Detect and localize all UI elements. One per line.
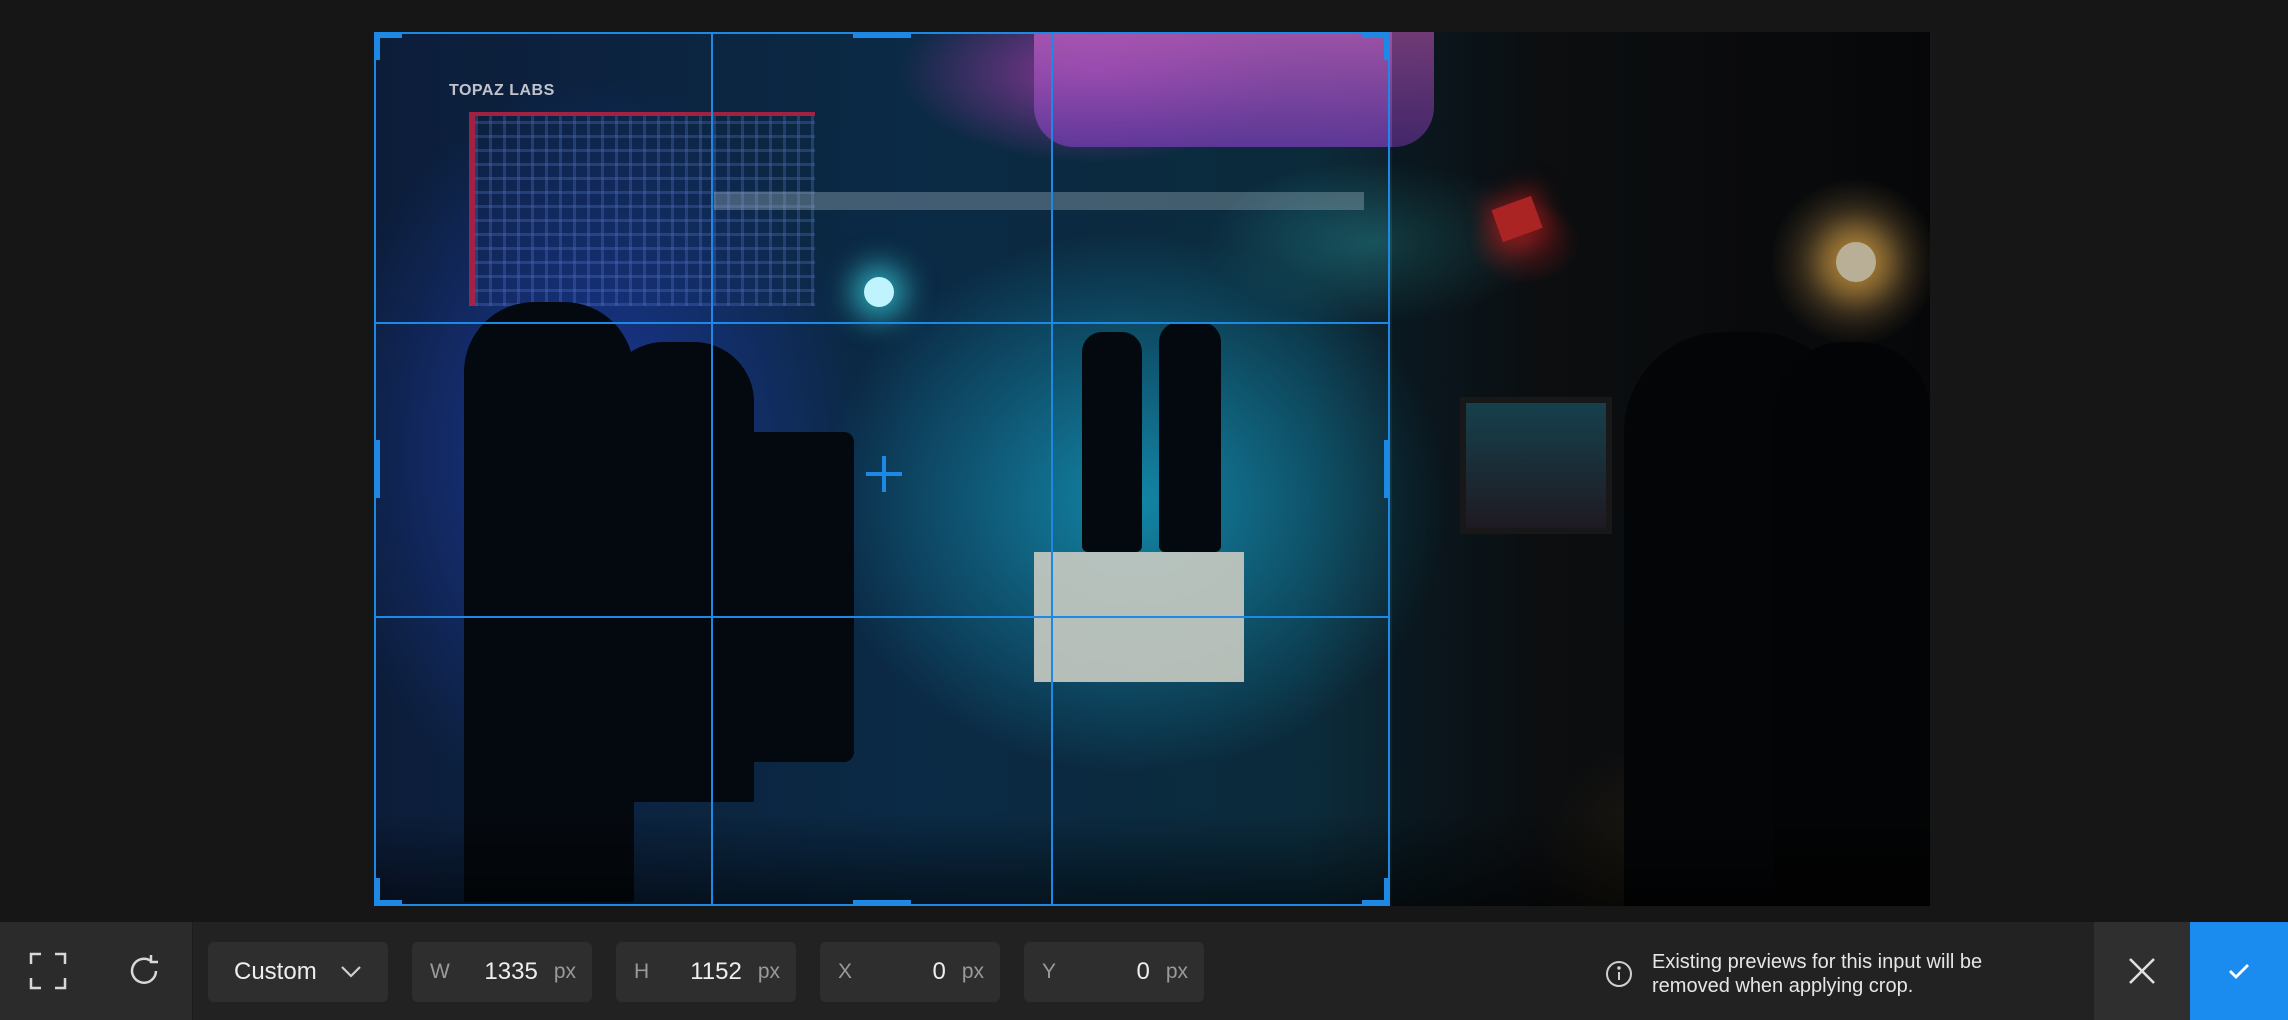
fit-to-screen-button[interactable]: [0, 922, 96, 1020]
crop-toolbar: Custom W 1335 px H 1152 px X 0 px Y 0 px…: [0, 922, 2288, 1020]
checkmark-icon: [2229, 964, 2249, 979]
crop-box[interactable]: [374, 32, 1390, 906]
y-offset-field[interactable]: Y 0 px: [1024, 942, 1204, 1002]
grid-line-vertical-2: [1051, 32, 1053, 906]
rotate-button[interactable]: [96, 922, 192, 1020]
height-field[interactable]: H 1152 px: [616, 942, 796, 1002]
fit-to-screen-icon: [29, 952, 67, 990]
x-offset-value[interactable]: 0: [878, 958, 962, 986]
grid-line-horizontal-2: [374, 616, 1390, 618]
crop-handle-top[interactable]: [853, 32, 911, 38]
width-label: W: [430, 960, 450, 983]
y-offset-label: Y: [1042, 960, 1057, 983]
outside-crop-shade: [1392, 32, 1930, 906]
grid-line-vertical-1: [711, 32, 713, 906]
width-field[interactable]: W 1335 px: [412, 942, 592, 1002]
cancel-crop-button[interactable]: [2094, 922, 2190, 1020]
aspect-ratio-select[interactable]: Custom: [208, 942, 388, 1002]
height-unit: px: [757, 960, 780, 983]
crosshair-icon: [862, 452, 906, 496]
rotate-icon: [130, 955, 158, 984]
aspect-ratio-value: Custom: [234, 958, 317, 985]
crop-handle-right[interactable]: [1384, 440, 1390, 498]
grid-line-horizontal-1: [374, 322, 1390, 324]
tool-icon-panel: [0, 922, 193, 1020]
width-value[interactable]: 1335: [470, 958, 554, 986]
x-offset-unit: px: [961, 960, 984, 983]
canvas-area: TOPAZ LABS: [0, 0, 2288, 922]
y-offset-value[interactable]: 0: [1082, 958, 1166, 986]
chevron-down-icon: [341, 966, 361, 978]
info-icon: [1606, 961, 1632, 987]
y-offset-unit: px: [1165, 960, 1188, 983]
height-label: H: [634, 960, 650, 983]
crop-handle-left[interactable]: [374, 440, 380, 498]
apply-crop-button[interactable]: [2190, 922, 2288, 1020]
height-value[interactable]: 1152: [674, 958, 758, 986]
close-icon: [2129, 958, 2155, 984]
x-offset-field[interactable]: X 0 px: [820, 942, 1000, 1002]
x-offset-label: X: [838, 960, 853, 983]
width-unit: px: [553, 960, 576, 983]
crop-handle-bottom[interactable]: [853, 900, 911, 906]
crop-notice: Existing previews for this input will be…: [1604, 946, 2074, 1002]
crop-notice-text: Existing previews for this input will be…: [1652, 951, 1983, 997]
